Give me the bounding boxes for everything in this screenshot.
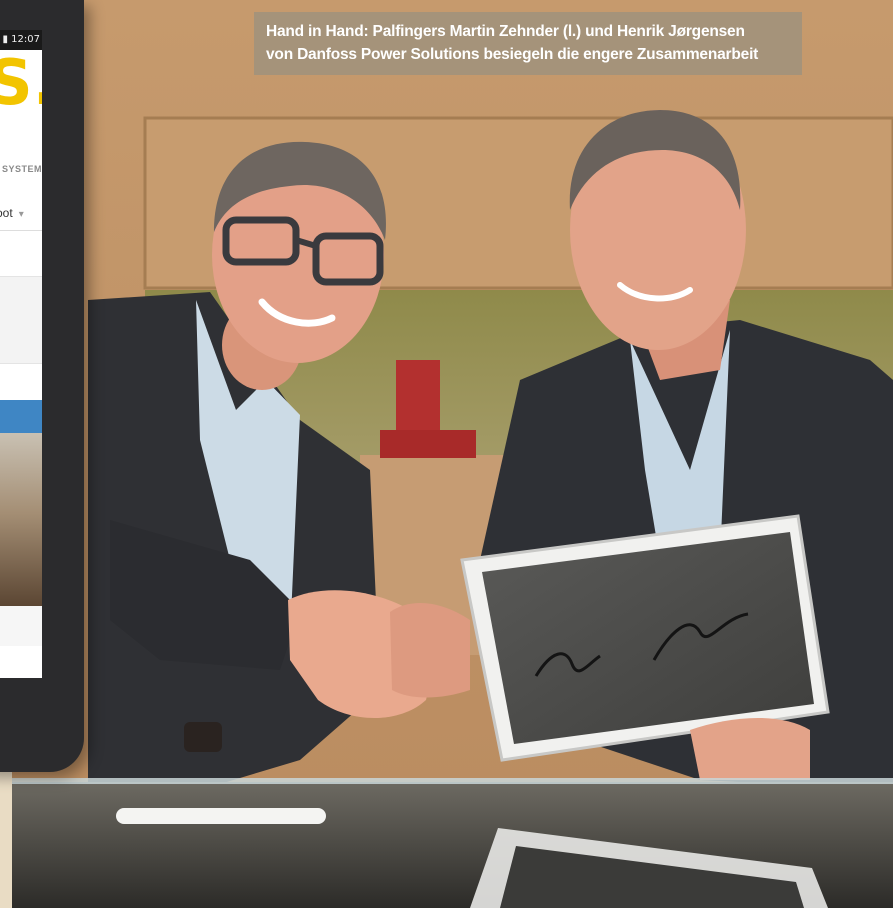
phone-content-box (0, 276, 42, 364)
red-product-box (380, 430, 476, 458)
caption-line-2: von Danfoss Power Solutions besiegeln di… (266, 46, 759, 63)
brand-logo: S. (0, 46, 42, 119)
status-time: 12:07 (11, 34, 40, 45)
chevron-down-icon: ▾ (18, 209, 24, 220)
phone-mockup: ▮ 12:07 S. SYSTEM oot ▾ (0, 0, 84, 772)
left-strip-light (0, 770, 12, 908)
phone-screen: ▮ 12:07 S. SYSTEM oot ▾ (0, 30, 42, 678)
stylus-pen (116, 808, 326, 824)
right-man-hand (690, 717, 810, 780)
brand-tagline: SYSTEM (1, 164, 42, 174)
table-edge (0, 778, 893, 784)
photo-scene (0, 0, 893, 908)
divider (0, 230, 42, 231)
phone-content-bar (0, 606, 42, 646)
wristwatch-icon (184, 722, 222, 752)
phone-hero-image (0, 400, 42, 606)
battery-icon: ▮ (2, 34, 8, 45)
photo-caption: Hand in Hand: Palfingers Martin Zehnder … (254, 12, 802, 75)
phone-select-value: oot (0, 206, 13, 220)
caption-line-1: Hand in Hand: Palfingers Martin Zehnder … (266, 23, 745, 40)
phone-select[interactable]: oot ▾ (0, 202, 42, 224)
